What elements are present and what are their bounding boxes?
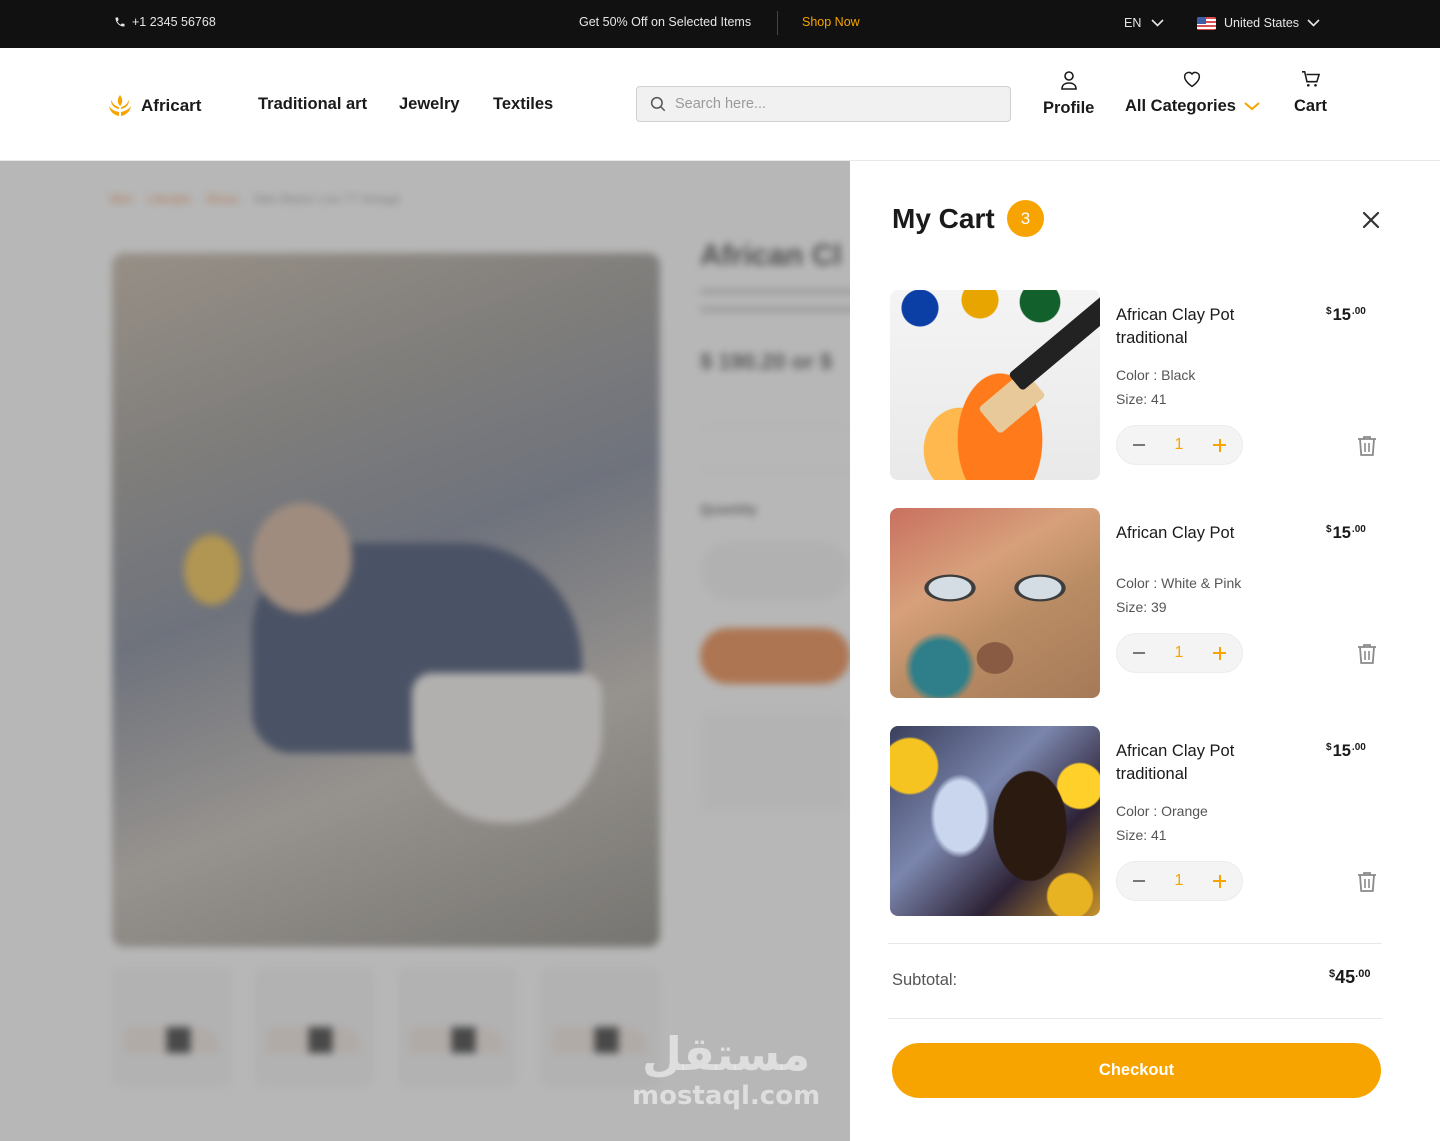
quantity-value[interactable]: 1 (1175, 644, 1184, 662)
dim-overlay[interactable] (0, 161, 850, 1141)
phone-number: +1 2345 56768 (132, 15, 216, 29)
product-image[interactable] (890, 726, 1100, 916)
quantity-stepper: 1 (1116, 861, 1243, 901)
cart-title: My Cart (892, 203, 995, 234)
decrease-button[interactable] (1133, 444, 1145, 446)
currency-symbol: $ (1326, 524, 1332, 535)
price-cents: .00 (1351, 742, 1366, 753)
item-color: Color : Black (1116, 367, 1196, 383)
logo[interactable]: Africart (107, 93, 201, 119)
cart-count-badge: 3 (1007, 200, 1044, 237)
subtotal-value: $45.00 (1329, 967, 1370, 988)
user-icon (1060, 71, 1077, 90)
item-size: Size: 39 (1116, 599, 1167, 615)
checkout-button[interactable]: Checkout (892, 1043, 1381, 1098)
top-bar: +1 2345 56768 Get 50% Off on Selected It… (0, 0, 1440, 48)
item-color: Color : Orange (1116, 803, 1208, 819)
us-flag-icon (1197, 16, 1216, 30)
cart-label: Cart (1294, 97, 1328, 115)
increase-button[interactable] (1213, 646, 1226, 660)
price-cents: .00 (1351, 524, 1366, 535)
price-whole: 15 (1332, 306, 1351, 324)
watermark-latin: mostaql.com (632, 1081, 821, 1111)
logo-icon (109, 95, 131, 116)
increase-button[interactable] (1213, 438, 1226, 452)
quantity-value[interactable]: 1 (1175, 436, 1184, 454)
profile-label: Profile (1043, 99, 1095, 117)
product-image[interactable] (890, 508, 1100, 698)
chevron-down-icon (1307, 19, 1320, 27)
watermark: مستقل mostaql.com (632, 1031, 820, 1111)
trash-icon[interactable] (1356, 434, 1378, 458)
quantity-stepper: 1 (1116, 425, 1243, 465)
product-image[interactable] (890, 290, 1100, 480)
shop-now-link[interactable]: Shop Now (802, 15, 860, 29)
divider (888, 943, 1382, 944)
language-label: EN (1124, 16, 1142, 30)
item-size: Size: 41 (1116, 827, 1167, 843)
promo-text: Get 50% Off on Selected Items (579, 15, 752, 29)
close-icon[interactable] (1358, 207, 1384, 233)
product-page-background: Men Lifestyle Shoes Nike Blazer Low 77 V… (0, 161, 850, 1141)
categories-button[interactable]: All Categories (1125, 70, 1260, 116)
country-label: United States (1224, 16, 1300, 30)
profile-button[interactable]: Profile (1043, 70, 1094, 118)
currency-symbol: $ (1326, 306, 1332, 317)
cart-item: African Clay Pot traditional $15.00 Colo… (890, 726, 1390, 918)
search-input[interactable] (675, 96, 975, 112)
increase-button[interactable] (1213, 874, 1226, 888)
main-header: Africart Traditional art Jewelry Textile… (0, 48, 1440, 161)
cart-item: African Clay Pot $15.00 Color : White & … (890, 508, 1390, 700)
image-detail (1008, 290, 1100, 392)
subtotal-label: Subtotal: (892, 971, 958, 989)
item-price: $15.00 (1325, 742, 1367, 761)
cart-icon (1301, 71, 1320, 87)
cart-drawer: My Cart 3 African Clay Pot traditional $… (850, 161, 1440, 1141)
item-name[interactable]: African Clay Pot traditional (1116, 304, 1276, 350)
price-cents: .00 (1351, 306, 1366, 317)
item-size: Size: 41 (1116, 391, 1167, 407)
chevron-down-icon (1244, 102, 1260, 111)
heart-icon (1184, 71, 1201, 88)
phone-icon (115, 17, 125, 27)
currency-symbol: $ (1326, 742, 1332, 753)
trash-icon[interactable] (1356, 870, 1378, 894)
price-whole: 15 (1332, 742, 1351, 760)
phone-contact[interactable]: +1 2345 56768 (114, 15, 216, 29)
cart-item: African Clay Pot traditional $15.00 Colo… (890, 290, 1390, 482)
logo-text: Africart (141, 96, 202, 115)
item-price: $15.00 (1325, 524, 1367, 543)
item-name[interactable]: African Clay Pot traditional (1116, 740, 1276, 786)
divider (888, 1018, 1382, 1019)
search-bar (636, 86, 1011, 122)
price-whole: 15 (1332, 524, 1351, 542)
nav-textiles[interactable]: Textiles (493, 95, 553, 114)
decrease-button[interactable] (1133, 652, 1145, 654)
language-selector[interactable]: EN (1124, 16, 1164, 30)
chevron-down-icon (1151, 19, 1164, 27)
nav-jewelry[interactable]: Jewelry (399, 95, 460, 114)
watermark-arabic: مستقل (641, 1027, 811, 1081)
topbar-divider (777, 11, 778, 35)
country-selector[interactable]: United States (1197, 16, 1320, 30)
nav-traditional-art[interactable]: Traditional art (258, 95, 367, 114)
item-color: Color : White & Pink (1116, 575, 1242, 591)
subtotal-whole: 45 (1335, 967, 1356, 987)
subtotal-cents: .00 (1355, 968, 1371, 980)
trash-icon[interactable] (1356, 642, 1378, 666)
item-name[interactable]: African Clay Pot (1116, 522, 1276, 545)
decrease-button[interactable] (1133, 880, 1145, 882)
categories-label: All Categories (1125, 97, 1236, 115)
quantity-stepper: 1 (1116, 633, 1243, 673)
quantity-value[interactable]: 1 (1175, 872, 1184, 890)
search-icon (650, 96, 666, 112)
cart-button[interactable]: Cart (1294, 70, 1327, 116)
item-price: $15.00 (1325, 306, 1367, 325)
